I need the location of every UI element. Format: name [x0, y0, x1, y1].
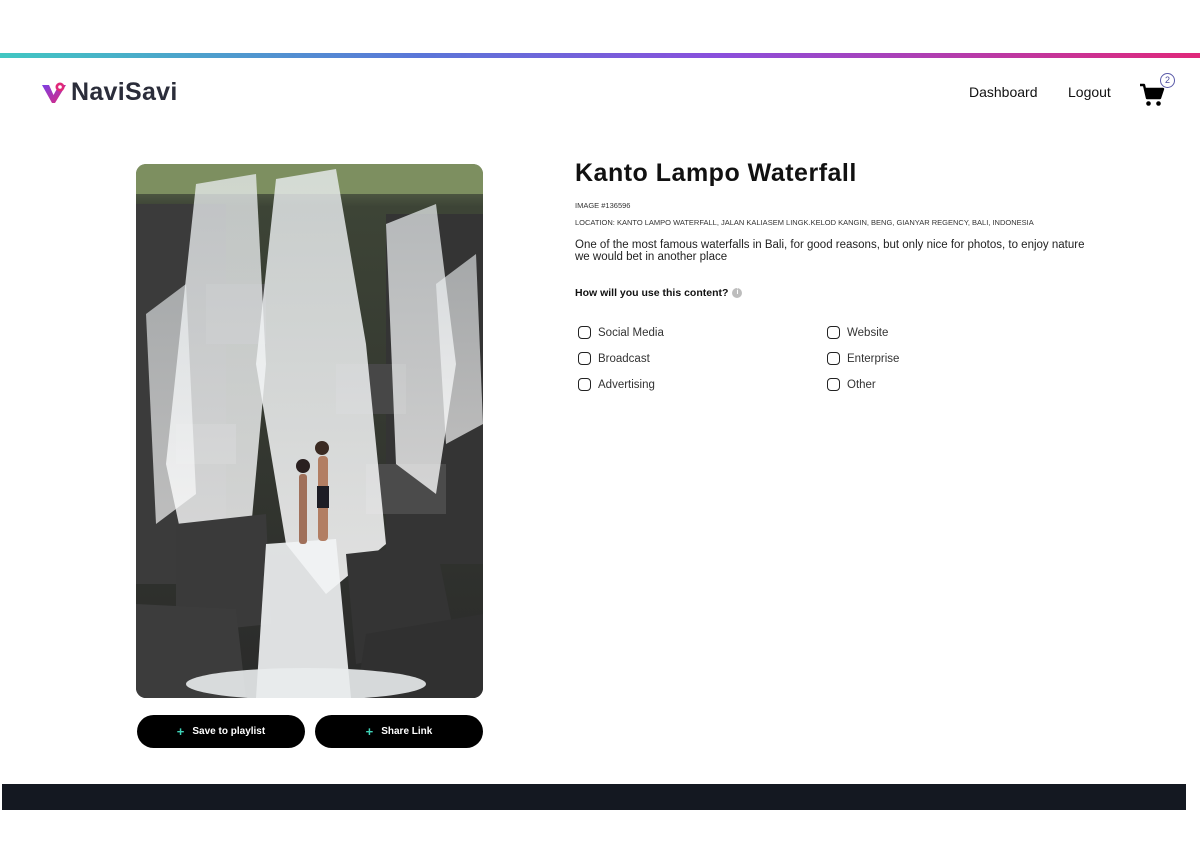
checkbox-website[interactable] — [827, 326, 840, 339]
top-gradient-bar — [0, 53, 1200, 58]
shopping-cart-icon[interactable] — [1139, 82, 1165, 108]
checkbox-broadcast[interactable] — [578, 352, 591, 365]
share-link-button[interactable]: + Share Link — [315, 715, 483, 748]
option-label: Social Media — [598, 326, 664, 339]
option-social-media[interactable]: Social Media — [578, 326, 664, 339]
waterfall-photo — [136, 164, 483, 698]
nav-logout-link[interactable]: Logout — [1068, 84, 1111, 100]
option-other[interactable]: Other — [827, 378, 876, 391]
save-to-playlist-button[interactable]: + Save to playlist — [137, 715, 305, 748]
plus-icon: + — [365, 724, 374, 739]
share-link-label: Share Link — [381, 726, 433, 737]
image-location: LOCATION: KANTO LAMPO WATERFALL, JALAN K… — [575, 218, 1034, 227]
info-icon[interactable]: i — [732, 288, 743, 298]
navisavi-logo[interactable]: NaviSavi — [40, 78, 178, 107]
logo-mark-icon — [42, 82, 66, 103]
usage-question-text: How will you use this content? — [575, 287, 729, 299]
option-label: Advertising — [598, 378, 655, 391]
cart-count-badge: 2 — [1160, 73, 1175, 88]
footer-bar — [2, 784, 1186, 810]
usage-question: How will you use this content? i — [575, 287, 743, 299]
option-label: Enterprise — [847, 352, 900, 365]
image-id: IMAGE #136596 — [575, 201, 631, 210]
plus-icon: + — [176, 724, 185, 739]
image-description: One of the most famous waterfalls in Bal… — [575, 239, 1085, 263]
checkbox-advertising[interactable] — [578, 378, 591, 391]
option-advertising[interactable]: Advertising — [578, 378, 655, 391]
option-label: Other — [847, 378, 876, 391]
nav-dashboard-link[interactable]: Dashboard — [969, 84, 1038, 100]
option-label: Website — [847, 326, 889, 339]
option-enterprise[interactable]: Enterprise — [827, 352, 899, 365]
checkbox-other[interactable] — [827, 378, 840, 391]
option-website[interactable]: Website — [827, 326, 888, 339]
option-label: Broadcast — [598, 352, 650, 365]
option-broadcast[interactable]: Broadcast — [578, 352, 650, 365]
checkbox-enterprise[interactable] — [827, 352, 840, 365]
page-title: Kanto Lampo Waterfall — [575, 159, 857, 187]
save-to-playlist-label: Save to playlist — [192, 726, 266, 737]
checkbox-social-media[interactable] — [578, 326, 591, 339]
waterfall-illustration — [136, 164, 483, 698]
brand-name: NaviSavi — [71, 78, 178, 106]
